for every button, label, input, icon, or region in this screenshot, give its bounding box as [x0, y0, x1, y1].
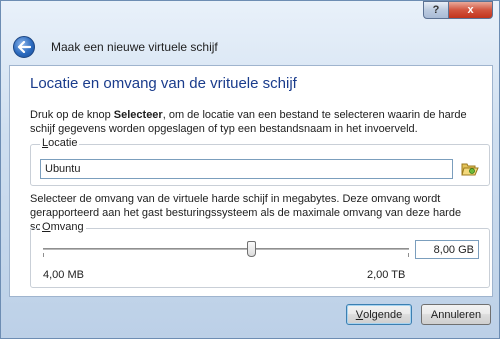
size-label-rest: mvang — [50, 221, 84, 233]
size-slider-thumb[interactable] — [247, 241, 256, 257]
size-group-label: Omvang — [40, 221, 86, 233]
caption-buttons: ? x — [423, 1, 493, 19]
page-title: Locatie en omvang van de vrituele schijf — [30, 75, 297, 92]
size-slider-track[interactable] — [43, 248, 409, 250]
select-location-button[interactable] — [461, 161, 479, 177]
wizard-page: Locatie en omvang van de vrituele schijf… — [9, 65, 493, 297]
next-button[interactable]: Volgende — [346, 304, 412, 325]
slider-max-label: 2,00 TB — [367, 269, 406, 281]
wizard-window: ? x Maak een nieuwe virtuele schijf Loca… — [0, 0, 500, 339]
slider-tick-max — [408, 253, 409, 257]
slider-tick-min — [43, 253, 44, 257]
location-group-label: Locatie — [40, 137, 80, 149]
location-group: Locatie Ubuntu — [30, 137, 490, 186]
close-button[interactable]: x — [449, 1, 493, 19]
slider-min-label: 4,00 MB — [43, 269, 84, 281]
size-input[interactable]: 8,00 GB — [415, 240, 479, 259]
cancel-button[interactable]: Annuleren — [421, 304, 491, 325]
size-label-mnemonic: O — [42, 221, 51, 233]
location-description-prefix: Druk op de knop — [30, 109, 114, 121]
wizard-title: Maak een nieuwe virtuele schijf — [51, 40, 218, 54]
help-button[interactable]: ? — [423, 1, 449, 19]
size-group: Omvang 8,00 GB 4,00 MB 2,00 TB — [30, 221, 490, 288]
open-folder-icon — [461, 163, 479, 176]
back-arrow-icon — [17, 41, 31, 53]
next-label-rest: olgende — [363, 308, 403, 321]
location-label-rest: ocatie — [48, 137, 78, 149]
location-description: Druk op de knop Selecteer, om de locatie… — [30, 108, 490, 136]
location-description-button-ref: Selecteer — [113, 109, 163, 121]
next-mnemonic: V — [355, 308, 364, 321]
location-input[interactable]: Ubuntu — [40, 159, 453, 179]
back-button[interactable] — [13, 36, 35, 58]
